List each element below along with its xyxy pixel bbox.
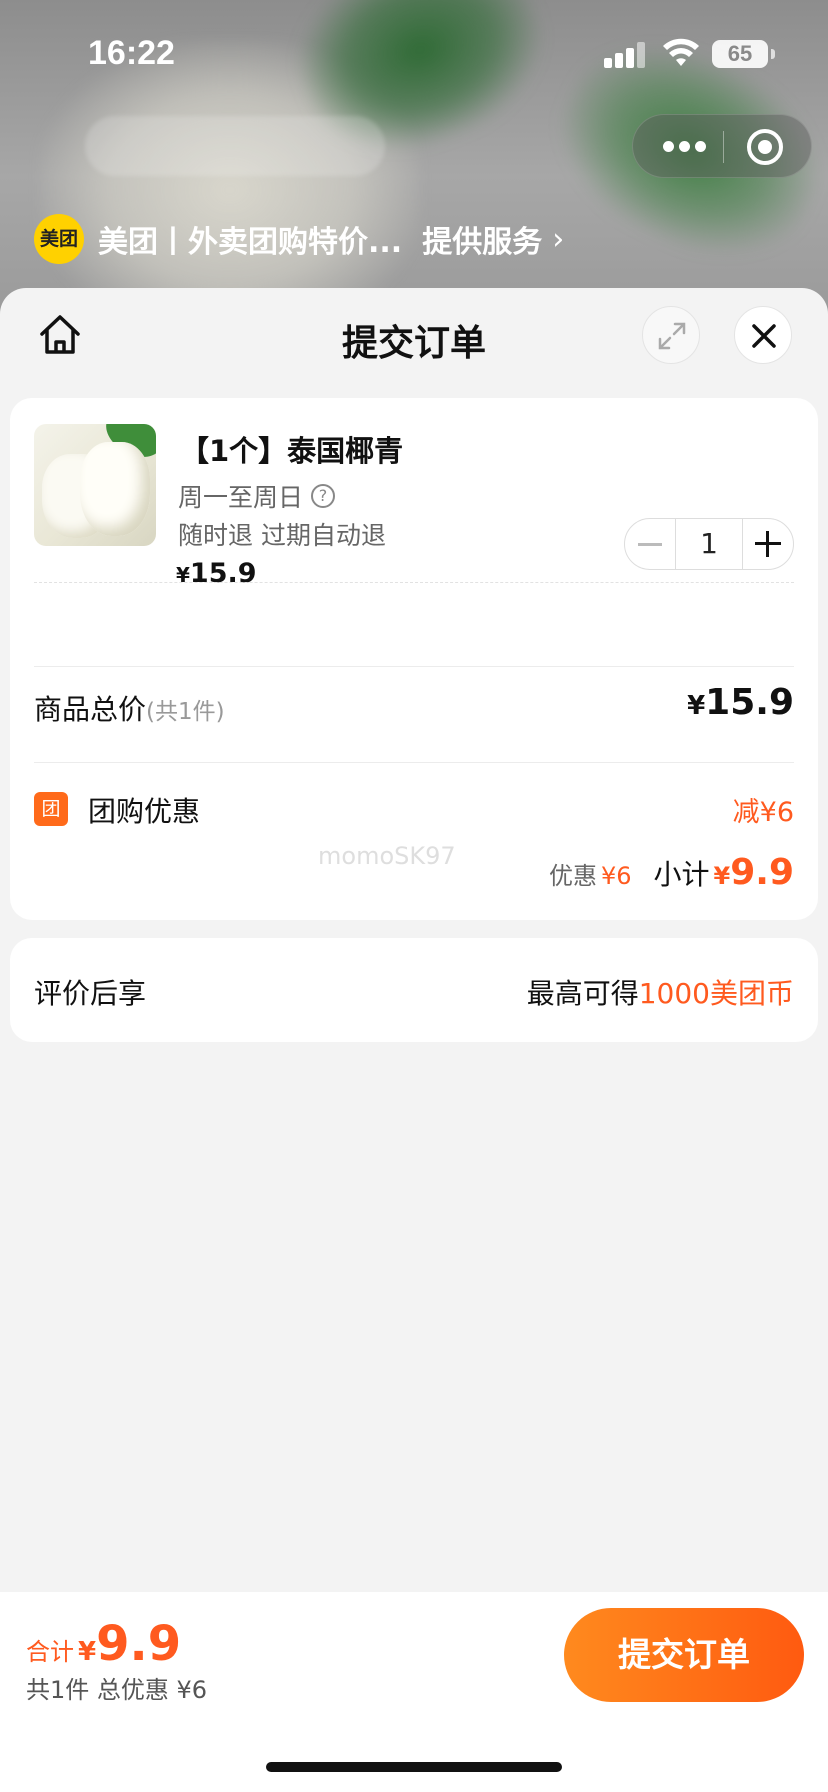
product-availability: 周一至周日 ? (178, 478, 336, 514)
wifi-icon (663, 38, 699, 66)
order-total-value: 9.9 (96, 1616, 182, 1672)
review-reward-card[interactable]: 评价后享 最高可得 1000美团币 (10, 938, 818, 1042)
goods-count: (共1件) (146, 699, 225, 725)
currency-symbol: ¥ (78, 1637, 97, 1667)
review-reward-prefix: 最高可得 (526, 977, 639, 1010)
status-time: 16:22 (88, 34, 175, 72)
decrease-quantity-button[interactable] (625, 519, 675, 569)
subtotal-label: 小计 (653, 858, 710, 891)
provider-service-label: 提供服务 (422, 225, 543, 260)
refund-policy: 随时退 过期自动退 (178, 521, 386, 550)
watermark: momoSK97 (318, 842, 456, 870)
background-search-pill-blur (85, 116, 385, 176)
product-price: ¥15.9 (176, 558, 257, 589)
subtotal-value: 9.9 (730, 852, 794, 893)
battery-icon: 65 (712, 40, 775, 68)
capsule-divider (723, 131, 724, 163)
order-card: 【1个】泰国椰青 周一至周日 ? 随时退 过期自动退 ¥15.9 1 商品总价(… (10, 398, 818, 920)
divider (34, 762, 794, 763)
goods-total-text: 商品总价 (34, 693, 147, 726)
meituan-coin-amount: 1000美团币 (638, 977, 794, 1010)
price-value: 15.9 (189, 558, 257, 589)
miniprogram-capsule (632, 114, 812, 178)
help-icon[interactable]: ? (311, 484, 336, 508)
order-total: 合计 ¥ 9.9 (26, 1616, 181, 1672)
group-buy-discount-value: 减¥6 (732, 797, 794, 828)
currency-symbol: ¥ (176, 563, 190, 587)
goods-total-value: ¥15.9 (687, 682, 794, 723)
close-miniprogram-icon[interactable] (747, 129, 783, 165)
submit-order-button[interactable]: 提交订单 (564, 1608, 804, 1702)
close-button[interactable] (734, 306, 792, 364)
coconut-graphic (80, 442, 150, 536)
chevron-right-icon: › (552, 221, 565, 257)
quantity-stepper: 1 (624, 518, 794, 570)
goods-total-number: 15.9 (705, 682, 794, 723)
goods-total-label: 商品总价(共1件) (34, 688, 225, 728)
currency-symbol: ¥ (713, 862, 731, 890)
group-buy-discount-label: 团购优惠 (88, 795, 201, 828)
review-reward-value: 最高可得 1000美团币 (527, 972, 794, 1012)
subtotal-row: 优惠 ¥6 小计 ¥ 9.9 (549, 852, 794, 893)
order-total-label: 合计 (26, 1638, 74, 1666)
order-total-summary: 共1件 总优惠 ¥6 (26, 1676, 208, 1704)
meituan-logo: 美团 (34, 214, 84, 264)
home-indicator[interactable] (266, 1762, 562, 1772)
currency-symbol: ¥ (687, 691, 706, 721)
discount-value: ¥6 (600, 862, 632, 890)
divider (34, 666, 794, 667)
availability-days: 周一至周日 (178, 483, 304, 512)
service-provider-link[interactable]: 美团 美团丨外卖团购特价... 提供服务 › (34, 214, 564, 264)
discount-label: 优惠 (548, 862, 597, 890)
quantity-value[interactable]: 1 (675, 519, 743, 569)
group-buy-icon: 团 (34, 792, 68, 826)
product-image (34, 424, 156, 546)
sheet-header: 提交订单 (0, 288, 828, 394)
close-icon (752, 324, 776, 348)
expand-button[interactable] (642, 306, 700, 364)
order-sheet: 提交订单 【1个】泰国椰青 周一至周日 ? 随时退 过期自动退 ¥15.9 1 … (0, 288, 828, 1792)
provider-name: 美团丨外卖团购特价... (98, 225, 403, 260)
page-title: 提交订单 (341, 323, 486, 364)
cellular-signal-icon (604, 42, 646, 68)
expand-icon (658, 322, 686, 350)
review-reward-label: 评价后享 (34, 977, 147, 1010)
status-bar: 16:22 65 (0, 0, 828, 110)
increase-quantity-button[interactable] (743, 519, 793, 569)
divider (34, 582, 794, 583)
more-options-icon[interactable] (657, 115, 723, 179)
product-title: 【1个】泰国椰青 (180, 434, 404, 468)
